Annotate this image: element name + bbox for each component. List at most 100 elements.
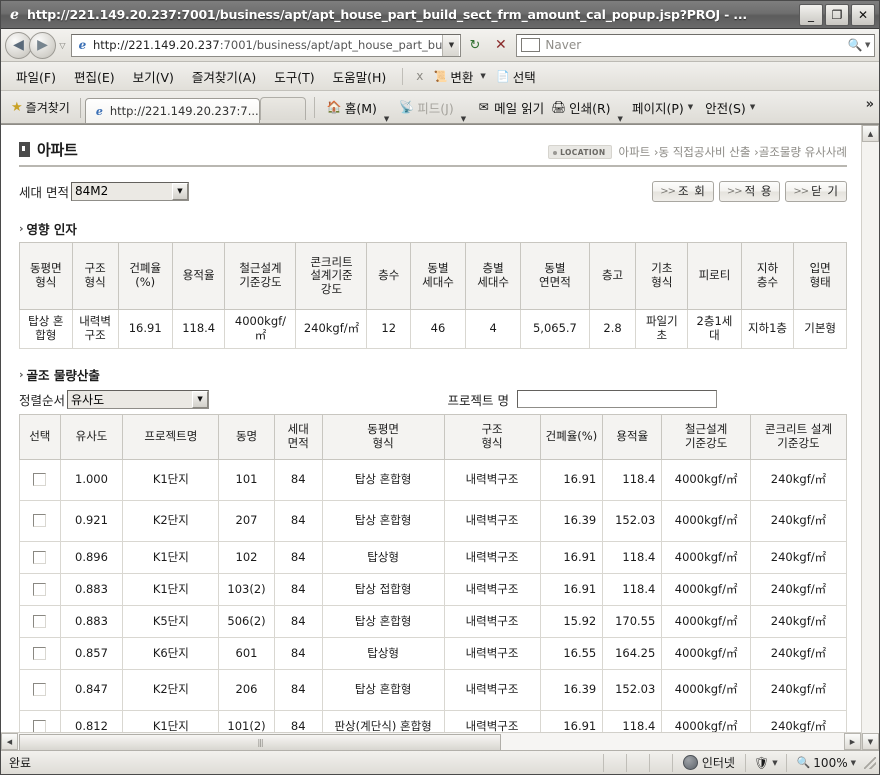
row-select-cell[interactable] — [19, 573, 61, 606]
close-button[interactable]: >> 닫 기 — [785, 180, 847, 202]
table-row[interactable]: 0.896 K1단지 102 84 탑상형 내력벽구조 16.91 118.4 4000kgf/… — [19, 541, 848, 574]
tab-label: http://221.149.20.237:7... — [109, 104, 259, 118]
close-window-button[interactable]: ✕ — [851, 3, 875, 26]
print-caret-icon[interactable]: ▼ — [618, 115, 623, 123]
minimize-button[interactable]: _ — [799, 3, 823, 26]
area-select[interactable]: 84M2 ▼ — [70, 181, 189, 201]
row-select-cell[interactable] — [19, 500, 61, 542]
scroll-right-icon[interactable]: ▶ — [844, 733, 861, 750]
resize-grip-icon[interactable] — [864, 756, 876, 769]
row-select-cell[interactable] — [19, 637, 61, 670]
hscroll-track[interactable]: ||| — [18, 733, 844, 750]
menu-tools[interactable]: 도구(T) — [265, 65, 323, 88]
concrete-strength-cell: 240kgf/㎡ — [749, 573, 848, 606]
row-select-cell[interactable] — [19, 541, 61, 574]
unit-area-cell: 84 — [273, 669, 323, 711]
menu-favorites[interactable]: 즐겨찾기(A) — [183, 65, 265, 88]
scroll-down-icon[interactable]: ▼ — [862, 733, 879, 750]
horizontal-scrollbar[interactable]: ◀ ||| ▶ — [1, 732, 861, 750]
table-row[interactable]: 1.000 K1단지 101 84 탑상 혼합형 내력벽구조 16.91 118.4 4000k… — [19, 459, 848, 501]
search-bar[interactable]: Naver 🔍 ▼ — [516, 33, 875, 57]
mail-label: 메일 읽기 — [494, 100, 545, 116]
row-select-cell[interactable] — [19, 605, 61, 638]
protected-mode-indicator[interactable]: 🛡 ▼ — [744, 753, 786, 772]
row-checkbox[interactable] — [33, 514, 47, 528]
sort-chevron-down-icon[interactable]: ▼ — [192, 390, 209, 408]
row-checkbox[interactable] — [33, 582, 47, 596]
security-zone[interactable]: 인터넷 — [671, 753, 745, 772]
list-header-cell: 용적율 — [602, 414, 663, 460]
scroll-up-icon[interactable]: ▲ — [862, 125, 879, 142]
factor-data-cell: 기본형 — [793, 309, 847, 349]
table-row[interactable]: 0.921 K2단지 207 84 탑상 혼합형 내력벽구조 16.39 152.03 4000… — [19, 500, 848, 542]
table-row[interactable]: 0.847 K2단지 206 84 탑상 혼합형 내력벽구조 16.39 152.03 4000… — [19, 669, 848, 711]
row-checkbox[interactable] — [33, 473, 47, 487]
select-command[interactable]: 📄 선택 — [492, 67, 539, 86]
menu-help[interactable]: 도움말(H) — [324, 65, 396, 88]
page-caret-icon[interactable]: ▼ — [688, 103, 693, 111]
vscroll-track[interactable] — [862, 142, 879, 733]
hscroll-thumb[interactable]: ||| — [19, 734, 501, 750]
floor-plan-type-cell: 탑상 혼합형 — [321, 669, 445, 711]
similarity-cell: 0.883 — [59, 605, 124, 638]
table-row[interactable]: 0.883 K5단지 506(2) 84 탑상 혼합형 내력벽구조 15.92 170.55 4… — [19, 605, 848, 638]
close-button-label: 닫 기 — [811, 184, 839, 198]
safety-menu-button[interactable]: 안전(S) ▼ — [702, 95, 764, 119]
url-bar[interactable]: e http://221.149.20.237:7001/business/ap… — [71, 33, 462, 57]
feed-caret-icon[interactable]: ▼ — [461, 115, 466, 123]
row-checkbox[interactable] — [33, 614, 47, 628]
search-button[interactable]: >> 조 회 — [652, 180, 714, 202]
zoom-control[interactable]: 🔍 100% ▼ — [785, 753, 860, 772]
unit-area-cell: 84 — [273, 500, 323, 542]
vertical-scrollbar[interactable]: ▲ ▼ — [861, 125, 879, 750]
list-header-cell: 프로젝트명 — [122, 414, 220, 460]
table-row[interactable]: 0.857 K6단지 601 84 탑상형 내력벽구조 16.55 164.25 4000kgf… — [19, 637, 848, 670]
home-button[interactable]: 🏠 홈(M) — [323, 95, 380, 119]
browser-tab[interactable]: e http://221.149.20.237:7... — [84, 98, 260, 123]
refresh-icon[interactable]: ↻ — [462, 34, 487, 57]
zone-caret-icon[interactable]: ▼ — [772, 759, 777, 767]
row-select-cell[interactable] — [19, 459, 61, 501]
mail-button[interactable]: ✉ 메일 읽기 — [472, 95, 547, 119]
back-button[interactable]: ◀ — [5, 31, 32, 59]
apply-button[interactable]: >> 적 용 — [718, 180, 781, 202]
home-caret-icon[interactable]: ▼ — [384, 115, 389, 123]
favorites-button[interactable]: ★ 즐겨찾기 — [7, 95, 78, 119]
search-go-icon[interactable]: 🔍 — [845, 38, 865, 52]
url-dropdown-icon[interactable]: ▼ — [442, 34, 460, 56]
row-checkbox[interactable] — [33, 719, 47, 733]
print-button[interactable]: 🖨 인쇄(R) — [547, 95, 613, 119]
row-checkbox[interactable] — [33, 683, 47, 697]
safety-caret-icon[interactable]: ▼ — [750, 103, 755, 111]
table-row[interactable]: 0.883 K1단지 103(2) 84 탑상 접합형 내력벽구조 16.91 118.4 40… — [19, 573, 848, 606]
convert-caret-icon[interactable]: ▼ — [480, 72, 485, 80]
building-coverage-cell: 16.39 — [539, 669, 604, 711]
scroll-left-icon[interactable]: ◀ — [1, 733, 18, 750]
page-menu-button[interactable]: 페이지(P) ▼ — [629, 95, 702, 119]
menu-edit[interactable]: 편집(E) — [65, 65, 124, 88]
history-dropdown-icon[interactable]: ▽ — [56, 41, 69, 50]
convert-command[interactable]: 📜 변환 — [429, 67, 476, 86]
chevron-down-icon[interactable]: ▼ — [171, 182, 188, 200]
globe-icon — [682, 755, 698, 770]
search-dropdown-icon[interactable]: ▼ — [865, 41, 873, 49]
section2-arrow-icon: › — [19, 368, 24, 381]
project-name-input[interactable] — [517, 390, 717, 408]
convert-label: 변환 — [450, 69, 474, 85]
menu-file[interactable]: 파일(F) — [7, 65, 65, 88]
maximize-button[interactable]: ❐ — [825, 3, 849, 26]
row-select-cell[interactable] — [19, 669, 61, 711]
stop-icon[interactable]: ✕ — [488, 34, 513, 57]
feed-button[interactable]: 📡 피드(J) — [395, 95, 456, 119]
project-name-cell: K1단지 — [122, 459, 220, 501]
menu-view[interactable]: 보기(V) — [124, 65, 183, 88]
zoom-caret-icon[interactable]: ▼ — [851, 759, 856, 767]
row-checkbox[interactable] — [33, 646, 47, 660]
new-tab-button[interactable] — [259, 97, 306, 120]
row-checkbox[interactable] — [33, 550, 47, 564]
toolbar-overflow-icon[interactable]: » — [866, 97, 874, 112]
factor-data-cell: 2.8 — [588, 309, 637, 349]
menu-close-icon[interactable]: x — [410, 69, 429, 83]
sort-select[interactable]: 유사도 ▼ — [67, 389, 210, 409]
forward-button[interactable]: ▶ — [29, 31, 56, 59]
